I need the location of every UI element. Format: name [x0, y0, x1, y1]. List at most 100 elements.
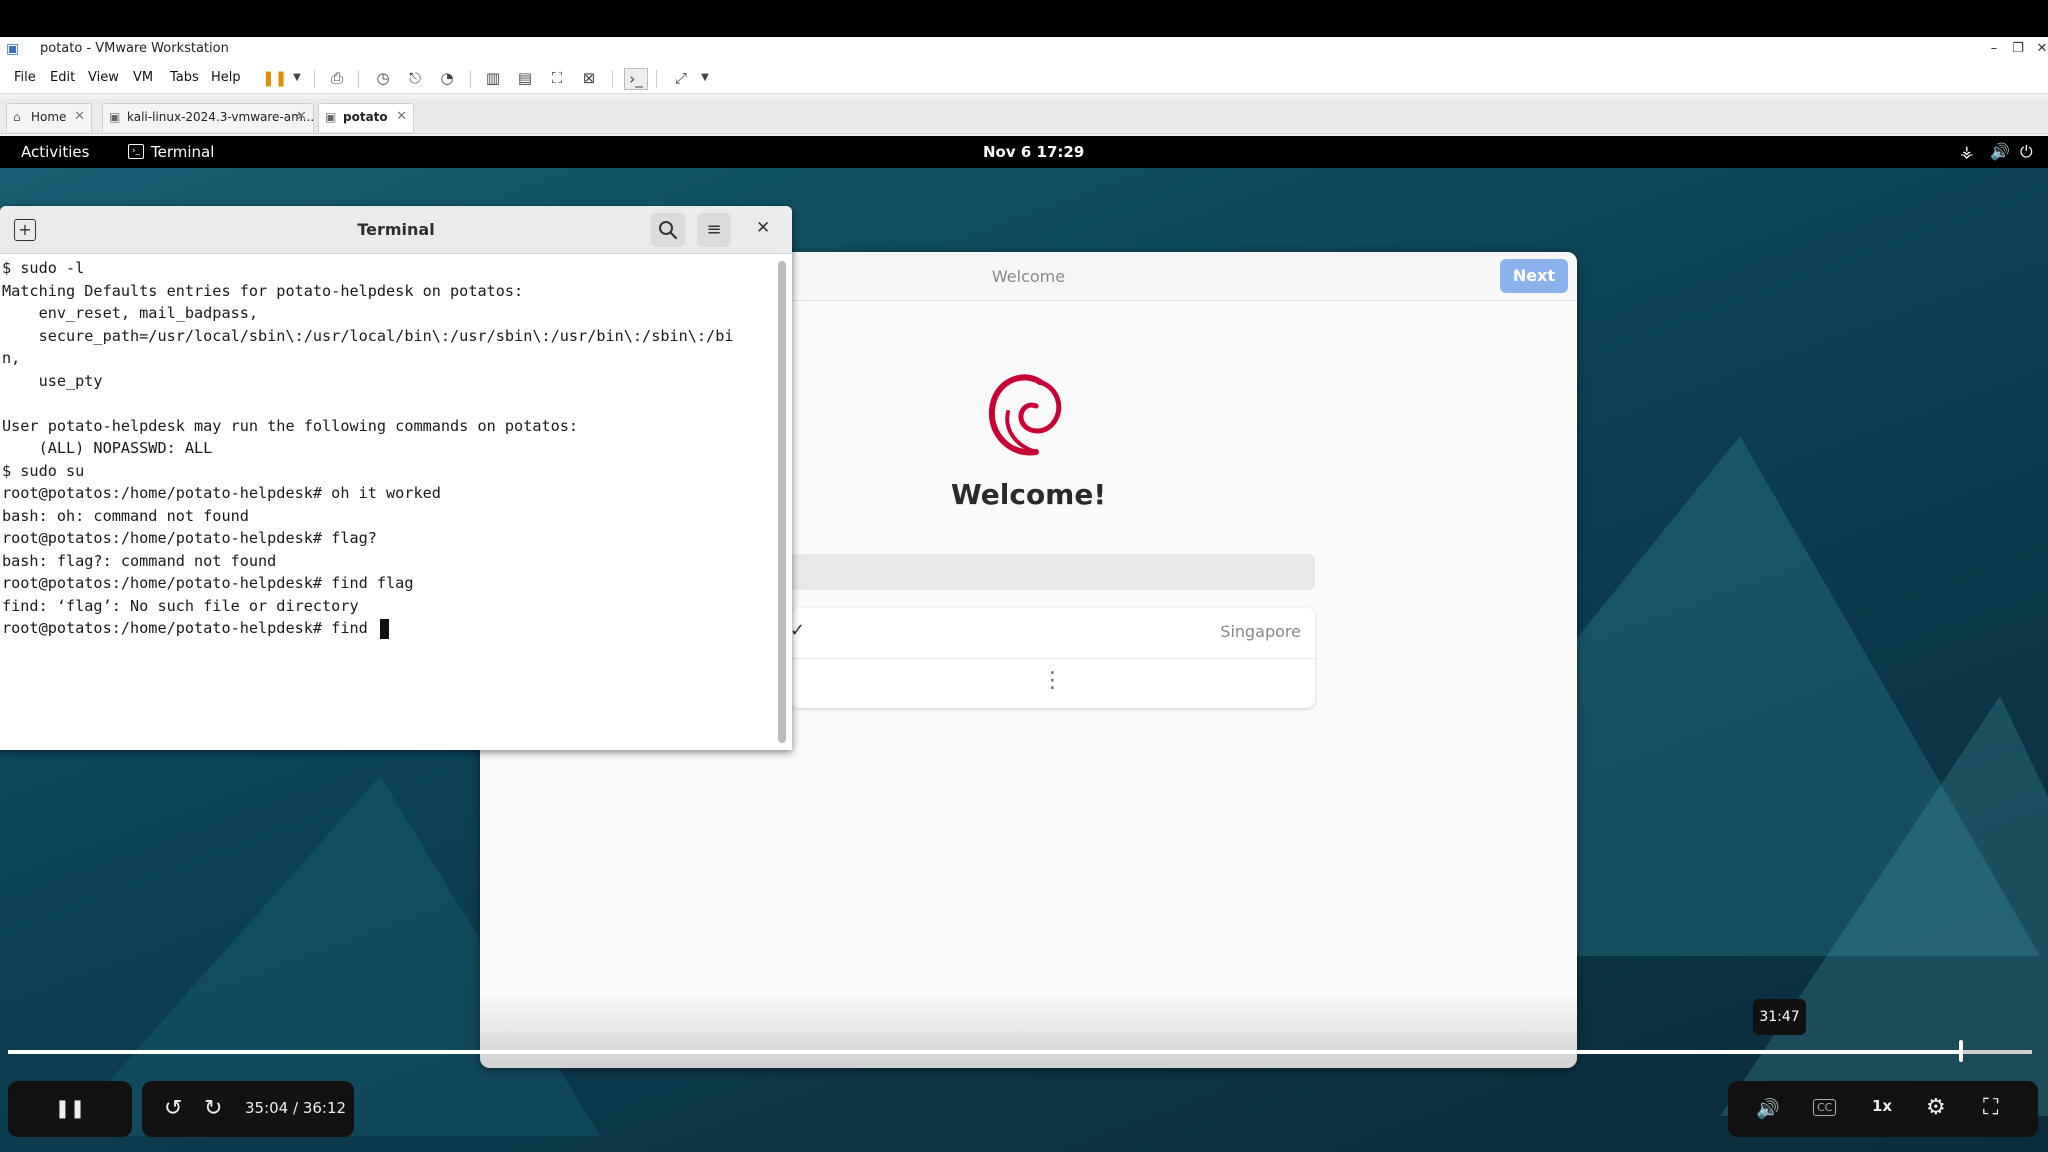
next-button[interactable]: Next [1500, 259, 1568, 293]
app-menu[interactable]: Terminal [151, 143, 214, 161]
tab-label: Home [31, 110, 67, 124]
more-options-icon[interactable]: ⋮ [790, 666, 1315, 696]
terminal-line: $ sudo su [2, 461, 85, 480]
close-icon[interactable]: ✕ [2030, 39, 2048, 59]
forward-10-icon[interactable]: ↻ [204, 1096, 222, 1121]
captions-icon[interactable]: CC [1813, 1099, 1837, 1116]
fullscreen-icon[interactable]: ⛶ [1983, 1095, 1998, 1120]
vmware-app-icon: ▣ [6, 41, 20, 57]
search-button[interactable] [651, 213, 685, 247]
terminal-line: bash: oh: command not found [2, 506, 249, 525]
restore-icon[interactable]: ❐ [2006, 39, 2030, 59]
unity-icon[interactable]: ⊠ [578, 68, 600, 88]
checkmark-icon: ✓ [790, 620, 806, 641]
library-icon[interactable]: ▥ [482, 68, 504, 88]
close-tab-icon[interactable]: ✕ [74, 109, 85, 124]
tab-potato[interactable]: ▣ potato ✕ [318, 103, 414, 132]
play-controls: ❚❚ [8, 1081, 132, 1137]
close-tab-icon[interactable]: ✕ [396, 109, 407, 124]
vm-icon: ▣ [109, 110, 121, 124]
tab-label: kali-linux-2024.3-vmware-am... [127, 110, 315, 124]
terminal-window: + Terminal ≡ ✕ $ sudo -l Matching Defaul… [0, 206, 792, 750]
menu-file[interactable]: File [14, 70, 36, 85]
terminal-header: + Terminal ≡ ✕ [0, 206, 792, 254]
menu-bar: File Edit View VM Tabs Help ❚❚ ▼ ⎙ ◷ ⎋ ◔… [0, 63, 2048, 94]
gnome-top-bar: Activities ›_ Terminal Nov 6 17:29 ⚶ 🔊 ⏻ [0, 136, 2048, 168]
terminal-prompt-line: root@potatos:/home/potato-helpdesk# find [2, 617, 389, 639]
terminal-line: (ALL) NOPASSWD: ALL [2, 439, 213, 457]
menu-view[interactable]: View [88, 70, 119, 85]
terminal-line: Matching Defaults entries for potato-hel… [2, 281, 524, 300]
tab-kali-linux[interactable]: ▣ kali-linux-2024.3-vmware-am... ✕ [102, 103, 314, 132]
clock[interactable]: Nov 6 17:29 [983, 143, 1084, 161]
language-search-input[interactable] [790, 554, 1315, 590]
divider [790, 658, 1315, 659]
snapshot-icon[interactable]: ◷ [372, 68, 394, 88]
power-icon[interactable]: ⏻ [2020, 142, 2033, 162]
terminal-output[interactable]: $ sudo -l Matching Defaults entries for … [2, 257, 774, 747]
full-screen-icon[interactable]: ⛶ [546, 68, 568, 88]
toolbar-divider [358, 70, 359, 88]
vmware-window: ▣ potato - VMware Workstation – ❐ ✕ File… [0, 37, 2048, 1152]
menu-tabs[interactable]: Tabs [170, 70, 199, 85]
dropdown-icon[interactable]: ▼ [694, 68, 716, 88]
home-icon: ⌂ [13, 110, 21, 124]
console-view-icon[interactable]: ›_ [624, 68, 648, 90]
close-tab-icon[interactable]: ✕ [296, 109, 307, 124]
time-readout: 35:04 / 36:12 [245, 1099, 347, 1117]
hover-time-tooltip: 31:47 [1753, 999, 1806, 1035]
seek-controls: ↺ ↻ 35:04 / 36:12 [142, 1081, 354, 1137]
hamburger-menu-icon[interactable]: ≡ [697, 213, 731, 247]
vm-tab-bar: ⌂ Home ✕ ▣ kali-linux-2024.3-vmware-am..… [0, 99, 2048, 134]
window-title: potato - VMware Workstation [40, 41, 229, 56]
network-icon[interactable]: ⚶ [1960, 142, 1974, 161]
player-settings-controls: 🔊 CC 1x ⚙ ⛶ [1728, 1081, 2038, 1137]
rewind-10-icon[interactable]: ↺ [164, 1096, 182, 1121]
toolbar-divider [314, 70, 315, 88]
terminal-line: root@potatos:/home/potato-helpdesk# find… [2, 574, 414, 592]
dropdown-icon[interactable]: ▼ [286, 68, 308, 88]
menu-help[interactable]: Help [211, 70, 241, 85]
revert-snapshot-icon[interactable]: ⎋ [404, 68, 426, 88]
terminal-line: bash: flag?: command not found [2, 551, 277, 570]
terminal-line: n, [2, 349, 21, 367]
minimize-icon[interactable]: – [1982, 39, 2006, 59]
menu-edit[interactable]: Edit [50, 70, 75, 85]
menu-vm[interactable]: VM [133, 70, 153, 85]
language-region-label: Singapore [1220, 622, 1301, 641]
activities-button[interactable]: Activities [21, 143, 89, 161]
search-icon [659, 221, 678, 240]
send-ctrl-alt-del-icon[interactable]: ⎙ [326, 68, 348, 88]
snapshot-manager-icon[interactable]: ◔ [436, 68, 458, 88]
terminal-line: root@potatos:/home/potato-helpdesk# flag… [2, 529, 377, 547]
settings-gear-icon[interactable]: ⚙ [1926, 1095, 1946, 1120]
tab-home[interactable]: ⌂ Home ✕ [6, 103, 92, 132]
close-icon[interactable]: ✕ [756, 218, 770, 238]
stretch-guest-icon[interactable]: ⤢ [670, 68, 692, 88]
debian-logo-icon [988, 374, 1062, 456]
terminal-line: root@potatos:/home/potato-helpdesk# oh i… [2, 484, 441, 502]
volume-icon[interactable]: 🔊 [1990, 142, 2010, 161]
guest-screen[interactable]: Activities ›_ Terminal Nov 6 17:29 ⚶ 🔊 ⏻… [0, 136, 2048, 1152]
toolbar-divider [470, 70, 471, 88]
pause-icon[interactable]: ❚❚ [8, 1098, 132, 1119]
progress-handle[interactable] [1959, 1040, 1963, 1062]
terminal-line: User potato-helpdesk may run the followi… [2, 416, 579, 435]
progress-fill [8, 1050, 1961, 1054]
terminal-line: secure_path=/usr/local/sbin\:/usr/local/… [2, 326, 734, 345]
playback-speed[interactable]: 1x [1872, 1097, 1892, 1115]
terminal-app-icon: ›_ [128, 144, 144, 159]
vm-icon: ▣ [325, 110, 337, 124]
toolbar-divider [656, 70, 657, 88]
scrollbar[interactable] [778, 261, 786, 743]
list-item[interactable]: ✓ Singapore [790, 608, 1315, 658]
title-bar: ▣ potato - VMware Workstation – ❐ ✕ [0, 37, 2048, 63]
terminal-line: root@potatos:/home/potato-helpdesk# find [2, 619, 377, 637]
terminal-line: find: ‘flag’: No such file or directory [2, 596, 359, 615]
tab-label: potato [343, 110, 388, 124]
pause-vm-icon[interactable]: ❚❚ [262, 68, 287, 88]
thumbnail-bar-icon[interactable]: ▤ [514, 68, 536, 88]
language-list: ✓ Singapore ⋮ [790, 608, 1315, 708]
fade-overlay [480, 992, 1577, 1068]
volume-icon[interactable]: 🔊 [1756, 1097, 1780, 1120]
